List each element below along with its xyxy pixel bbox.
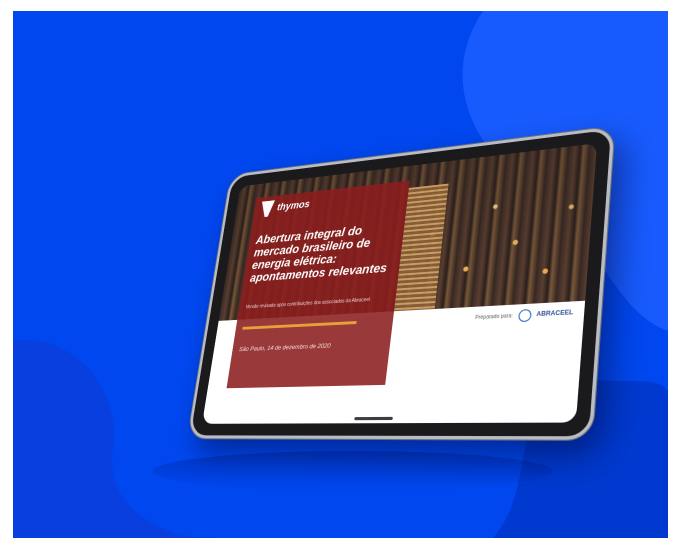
title-overlay	[227, 180, 410, 388]
promo-stage: thymos Abertura integral do mercado bras…	[13, 11, 668, 538]
tablet-screen: thymos Abertura integral do mercado bras…	[202, 143, 597, 424]
prepared-for: Preparado para: ABRACEEL	[475, 307, 574, 325]
abraceel-logo-icon	[518, 309, 532, 322]
home-indicator	[354, 417, 393, 420]
tablet-perspective: thymos Abertura integral do mercado bras…	[13, 11, 668, 538]
tablet-device: thymos Abertura integral do mercado bras…	[188, 126, 615, 440]
logo-text: thymos	[276, 199, 310, 213]
client-name: ABRACEEL	[536, 310, 573, 318]
prepared-label: Preparado para:	[475, 313, 513, 321]
thymos-logo-icon	[260, 200, 275, 217]
